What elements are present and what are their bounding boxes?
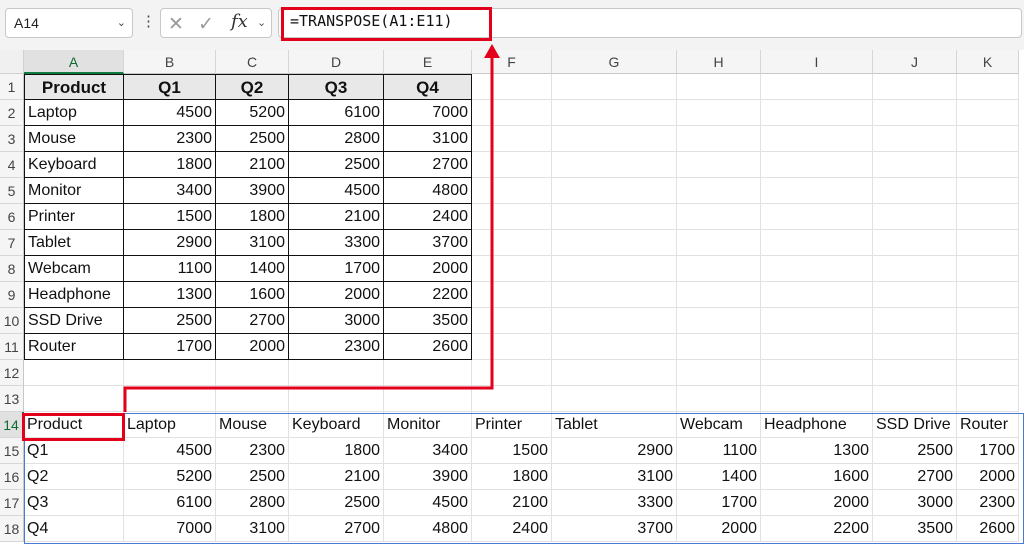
annotation-arrow [123, 44, 500, 412]
